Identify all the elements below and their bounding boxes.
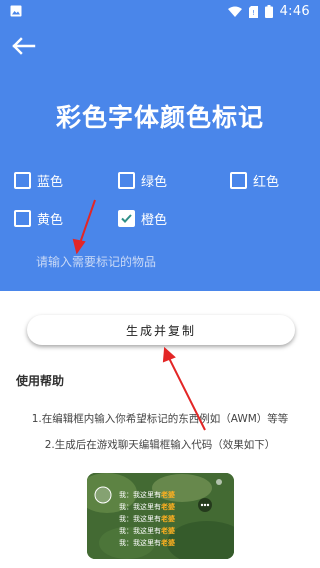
checkbox-label: 红色 — [253, 175, 280, 190]
help-line-2: 2.生成后在游戏聊天编辑框输入代码（效果如下） — [44, 439, 276, 451]
header-panel — [0, 0, 320, 291]
chat-line: 我：我这里有老婆 — [119, 527, 175, 535]
checkbox-box[interactable] — [14, 210, 31, 227]
checkbox-label: 黄色 — [37, 213, 64, 228]
item-input[interactable] — [36, 252, 276, 272]
help-title: 使用帮助 — [16, 374, 65, 388]
sim-card-icon: ! — [248, 5, 258, 18]
checkbox-box[interactable] — [14, 172, 31, 189]
checkmark-icon — [121, 214, 132, 223]
status-bar: ! 4:46 — [0, 0, 320, 24]
status-time: 4:46 — [279, 4, 310, 19]
chat-line: 我：我这里有老婆 — [119, 515, 175, 523]
checkbox-orange[interactable]: 橙色 — [118, 209, 167, 228]
battery-icon — [264, 5, 273, 18]
checkbox-label: 蓝色 — [37, 175, 64, 190]
checkbox-box[interactable] — [230, 172, 247, 189]
wifi-icon — [227, 6, 242, 17]
checkbox-green[interactable]: 绿色 — [118, 171, 167, 190]
svg-text:!: ! — [252, 9, 255, 17]
page-title: 彩色字体颜色标记 — [55, 103, 264, 132]
checkbox-red[interactable]: 红色 — [230, 171, 279, 190]
preview-image: 我：我这里有老婆 我：我这里有老婆 我：我这里有老婆 我：我这里有老婆 我：我这… — [87, 473, 234, 559]
chat-line: 我：我这里有老婆 — [119, 491, 175, 499]
checkbox-box[interactable] — [118, 172, 135, 189]
image-notification-icon — [10, 5, 22, 17]
checkbox-yellow[interactable]: 黄色 — [14, 209, 63, 228]
back-arrow-icon[interactable] — [10, 34, 38, 58]
checkbox-label: 橙色 — [141, 213, 168, 228]
generate-copy-button[interactable]: 生成并复制 — [27, 315, 295, 345]
chat-line: 我：我这里有老婆 — [119, 503, 175, 511]
chat-line: 我：我这里有老婆 — [119, 539, 175, 547]
checkbox-blue[interactable]: 蓝色 — [14, 171, 63, 190]
checkbox-label: 绿色 — [141, 175, 168, 190]
help-line-1: 1.在编辑框内输入你希望标记的东西例如（AWM）等等 — [31, 413, 289, 425]
checkbox-box-checked[interactable] — [118, 210, 135, 227]
